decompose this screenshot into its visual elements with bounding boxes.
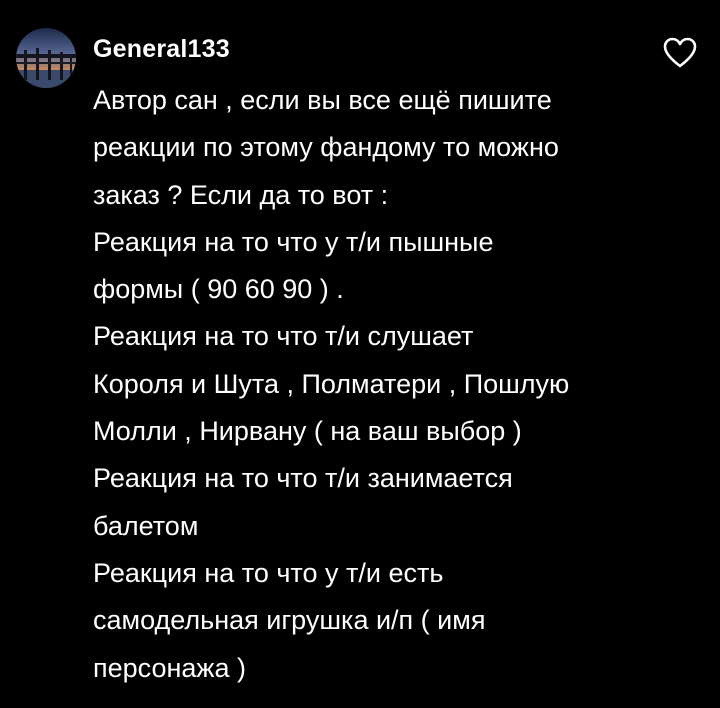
comment-line: Автор сан , если вы все ещё пишите [93,85,552,115]
comment-line: заказ ? Если да то вот : [93,179,389,210]
comment-line: персонажа ) [93,652,246,683]
comment: General133 Автор сан , если вы все ещё п… [0,0,720,708]
comment-line: Реакция на то что у т/и пышные [93,226,494,257]
comment-body: Автор сан , если вы все ещё пишите реакц… [93,77,673,692]
heart-outline-icon [663,37,697,68]
comment-line: Короля и Шута , Полматери , Пошлую [93,368,570,399]
comment-line: Молли , Нирвану ( на ваш выбор ) [93,416,522,447]
like-button[interactable] [662,36,698,70]
comment-line: реакции по этому фандому то можно [93,132,559,163]
comment-line: Реакция на то что т/и занимается [93,463,513,494]
comment-line: Реакция на то что у т/и есть [93,557,444,588]
comment-line: балетом [93,510,199,541]
username[interactable]: General133 [93,33,230,65]
avatar[interactable] [16,28,76,88]
avatar-image [16,28,76,88]
comment-line: Реакция на то что т/и слушает [93,321,474,352]
comment-line: самодельная игрушка и/п ( имя [93,605,486,636]
comment-line: формы ( 90 60 90 ) . [93,274,344,305]
